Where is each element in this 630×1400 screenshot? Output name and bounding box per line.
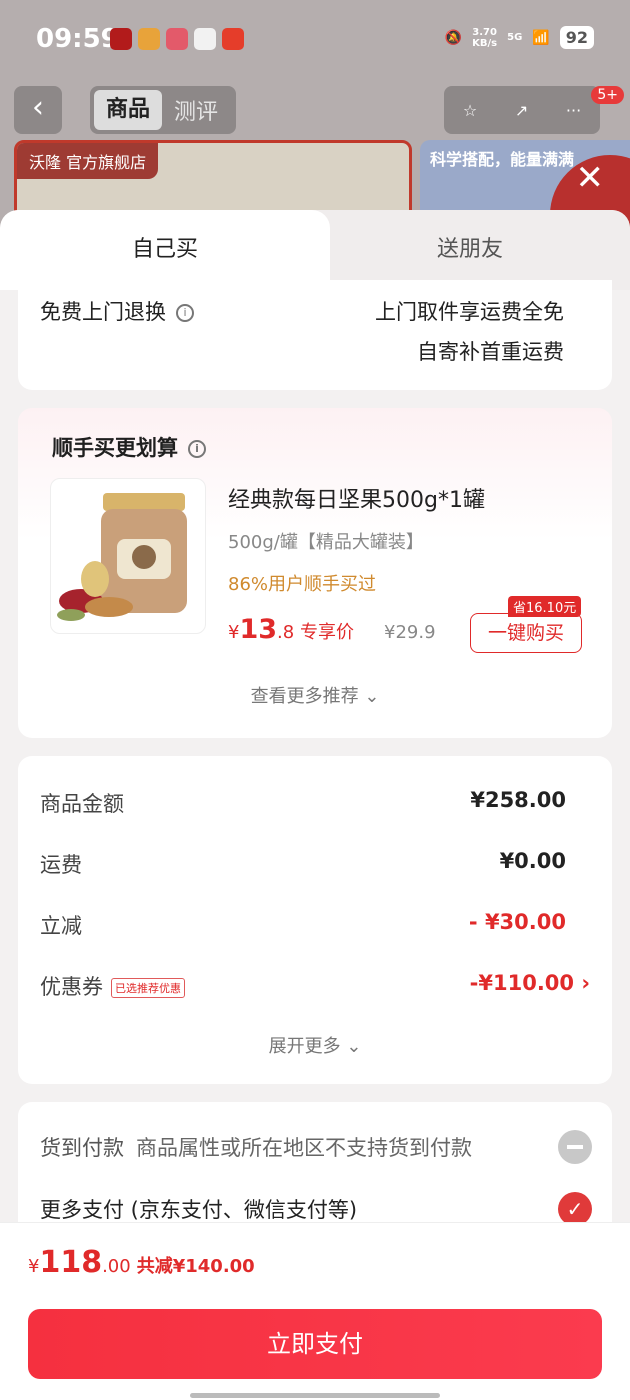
addon-original-price: ¥29.9 (384, 622, 436, 643)
one-click-buy-button[interactable]: 一键购买 (470, 613, 582, 653)
return-card: 免费上门退换 i 上门取件享运费全免 自寄补首重运费 (18, 280, 612, 390)
return-line2: 自寄补首重运费 (417, 340, 564, 364)
cod-label: 货到付款 (40, 1136, 124, 1160)
summary-value: - ¥30.00 (468, 910, 566, 934)
total-price: ¥118.00 共减¥140.00 (28, 1245, 255, 1280)
addon-title: 顺手买更划算 i (52, 432, 206, 462)
summary-label: 商品金额 (40, 792, 124, 816)
more-icon[interactable]: ··· (566, 101, 581, 120)
app-icon (138, 28, 160, 50)
disabled-radio-icon (558, 1130, 592, 1164)
notification-badge: 5+ (591, 86, 624, 104)
addon-user-stat: 86%用户顺手买过 (228, 574, 377, 595)
addon-title-text: 顺手买更划算 (52, 436, 178, 460)
coupon-value: -¥110.00 › (469, 971, 590, 995)
price-dec: .8 (277, 622, 295, 643)
app-icon (110, 28, 132, 50)
tab-product[interactable]: 商品 (94, 90, 162, 130)
save-badge: 省16.10元 (508, 596, 582, 617)
tab-gift[interactable]: 送朋友 (310, 210, 630, 290)
summary-value: ¥258.00 (470, 788, 566, 812)
back-icon[interactable]: ‹ (14, 86, 62, 134)
price-currency: ¥ (228, 622, 240, 643)
total-currency: ¥ (28, 1256, 40, 1277)
background-page: 09:59 🔕 3.70 KB/s 5G 📶 92 ‹ 商品 测评 ☆ ↗ ···… (0, 0, 630, 240)
status-icons: 🔕 3.70 KB/s 5G 📶 92 (445, 26, 594, 49)
price-tag: 专享价 (299, 622, 354, 643)
addon-card: 顺手买更划算 i 经典款每日坚果500g*1罐 500g/罐【精品大罐装】 86%… (18, 408, 612, 738)
tab-review[interactable]: 测评 (162, 94, 230, 126)
status-app-icons (110, 28, 244, 50)
product-nav: ‹ 商品 测评 ☆ ↗ ··· 5+ (0, 86, 630, 136)
expand-more-link[interactable]: 展开更多 ⌄ (18, 1032, 612, 1058)
info-icon[interactable]: i (176, 304, 194, 322)
home-indicator[interactable] (190, 1393, 440, 1398)
brand-logo: 沃隆 (29, 153, 62, 172)
more-recommend-link[interactable]: 查看更多推荐 ⌄ (18, 682, 612, 708)
status-bar: 09:59 🔕 3.70 KB/s 5G 📶 92 (0, 0, 630, 78)
pay-bar: ¥118.00 共减¥140.00 立即支付 (0, 1222, 630, 1400)
net-speed: 3.70 KB/s (472, 26, 498, 49)
coupon-tag: 已选推荐优惠 (111, 978, 185, 998)
total-int: 118 (39, 1245, 103, 1280)
summary-row: 商品金额 ¥258.00 (40, 788, 590, 818)
summary-label: 优惠券 (40, 975, 103, 999)
share-icon[interactable]: ↗ (515, 101, 528, 120)
star-icon[interactable]: ☆ (463, 101, 477, 120)
buy-mode-tabs: 送朋友 自己买 (0, 210, 630, 290)
info-icon[interactable]: i (188, 440, 206, 458)
summary-row: 立减 - ¥30.00 (40, 910, 590, 940)
summary-label: 立减 (40, 914, 82, 938)
tab-self-buy[interactable]: 自己买 (0, 210, 330, 290)
price-summary-card: 商品金额 ¥258.00 运费 ¥0.00 立减 - ¥30.00 优惠券 已选推荐优惠… (18, 756, 612, 1084)
summary-value: ¥0.00 (499, 849, 566, 873)
app-icon (166, 28, 188, 50)
top-actions: ☆ ↗ ··· (444, 86, 600, 134)
battery-icon: 92 (559, 26, 594, 49)
nut-jar-image (57, 493, 187, 621)
return-label: 免费上门退换 i (40, 296, 194, 326)
cod-option: 货到付款 商品属性或所在地区不支持货到付款 (40, 1132, 472, 1162)
addon-product-name[interactable]: 经典款每日坚果500g*1罐 (228, 482, 485, 514)
store-tag: 沃隆 官方旗舰店 (17, 143, 159, 179)
status-time: 09:59 (36, 24, 119, 54)
summary-row: 运费 ¥0.00 (40, 849, 590, 879)
summary-label: 运费 (40, 853, 82, 877)
wifi-icon: 📶 (532, 29, 550, 46)
payment-card: 货到付款 商品属性或所在地区不支持货到付款 更多支付 (京东支付、微信支付等) ✓ (18, 1102, 612, 1242)
product-image[interactable] (50, 478, 206, 634)
check-icon[interactable]: ✓ (558, 1192, 592, 1226)
more-pay-option[interactable]: 更多支付 (京东支付、微信支付等) (40, 1194, 357, 1224)
app-icon (194, 28, 216, 50)
coupon-row[interactable]: 优惠券 已选推荐优惠 -¥110.00 › (40, 971, 590, 1001)
return-line1: 上门取件享运费全免 (375, 300, 564, 324)
addon-price: ¥13.8 专享价 (228, 614, 354, 645)
pay-now-button[interactable]: 立即支付 (28, 1309, 602, 1379)
signal-icon: 5G (507, 32, 523, 43)
total-dec: .00 (102, 1256, 131, 1277)
store-tag-label: 官方旗舰店 (66, 153, 147, 172)
product-tabs: 商品 测评 (90, 86, 236, 134)
promo-text: 科学搭配，能量满满 (430, 150, 575, 169)
total-saved: 共减¥140.00 (136, 1256, 255, 1277)
close-icon[interactable]: ✕ (576, 158, 605, 198)
price-int: 13 (239, 614, 278, 645)
mute-icon: 🔕 (444, 29, 463, 46)
app-icon (222, 28, 244, 50)
return-label-text: 免费上门退换 (40, 300, 166, 324)
addon-product-spec: 500g/罐【精品大罐装】 (228, 532, 424, 553)
cod-desc: 商品属性或所在地区不支持货到付款 (136, 1136, 472, 1160)
